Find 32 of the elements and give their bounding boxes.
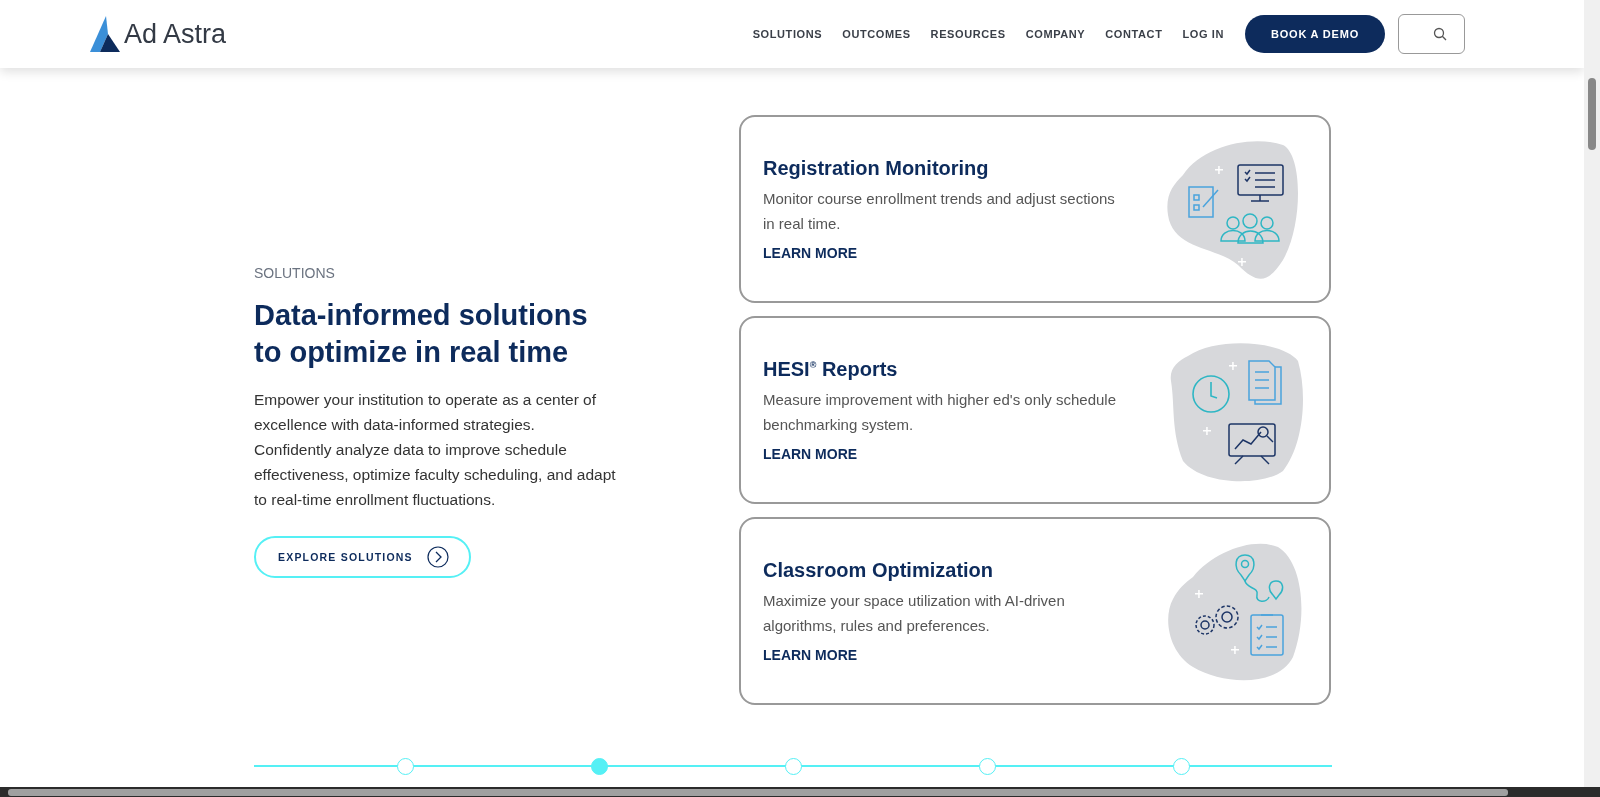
card-title: HESI$^{®}$ Reports	[763, 357, 899, 381]
book-demo-button[interactable]: BOOK A DEMO	[1244, 15, 1385, 53]
nav-link[interactable]: OUTCOMES	[842, 28, 911, 40]
section-description: Empower your institution to operate as a center of excellence with data-informed strategies. Confidently analyze data to improve schedule effectiveness, optimize faculty scheduling, and adapt to real-time enrollment fluctuations.	[254, 390, 616, 510]
carousel-dot[interactable]	[784, 757, 802, 775]
carousel-dot[interactable]	[590, 757, 608, 775]
nav-link[interactable]: RESOURCES	[930, 28, 1006, 40]
search-button[interactable]	[1398, 14, 1465, 54]
card-title: Registration Monitoring	[763, 156, 990, 180]
vertical-scrollbar[interactable]	[1584, 0, 1600, 787]
horizontal-scrollbar[interactable]	[0, 787, 1600, 797]
carousel-dot[interactable]	[978, 757, 996, 775]
section-eyebrow: SOLUTIONS	[254, 265, 336, 281]
card-description: Monitor course enrollment trends and adjust sections in real time.	[763, 188, 1116, 234]
chevron-circle-icon	[426, 546, 449, 568]
section-heading: Data-informed solutions to optimize in real time	[254, 298, 589, 370]
nav-link[interactable]: LOG IN	[1182, 28, 1224, 40]
learn-more-link[interactable]: LEARN MORE	[763, 445, 858, 462]
logo-text[interactable]: Ad Astra	[124, 18, 227, 50]
explore-solutions-button[interactable]: EXPLORE SOLUTIONS	[254, 536, 471, 578]
search-icon	[1433, 27, 1447, 41]
nav-link[interactable]: CONTACT	[1105, 28, 1163, 40]
card-description: Maximize your space utilization with AI-driven algorithms, rules and preferences.	[763, 590, 1066, 636]
carousel-dot[interactable]	[396, 757, 414, 775]
logo-icon	[90, 16, 120, 52]
nav-link[interactable]: SOLUTIONS	[752, 28, 823, 40]
learn-more-link[interactable]: LEARN MORE	[763, 244, 858, 261]
card-title: Classroom Optimization	[763, 558, 995, 582]
learn-more-link[interactable]: LEARN MORE	[763, 646, 858, 663]
carousel-dot[interactable]	[1172, 757, 1190, 775]
card-description: Measure improvement with higher ed's only schedule benchmarking system.	[763, 389, 1118, 435]
nav-link[interactable]: COMPANY	[1025, 28, 1086, 40]
